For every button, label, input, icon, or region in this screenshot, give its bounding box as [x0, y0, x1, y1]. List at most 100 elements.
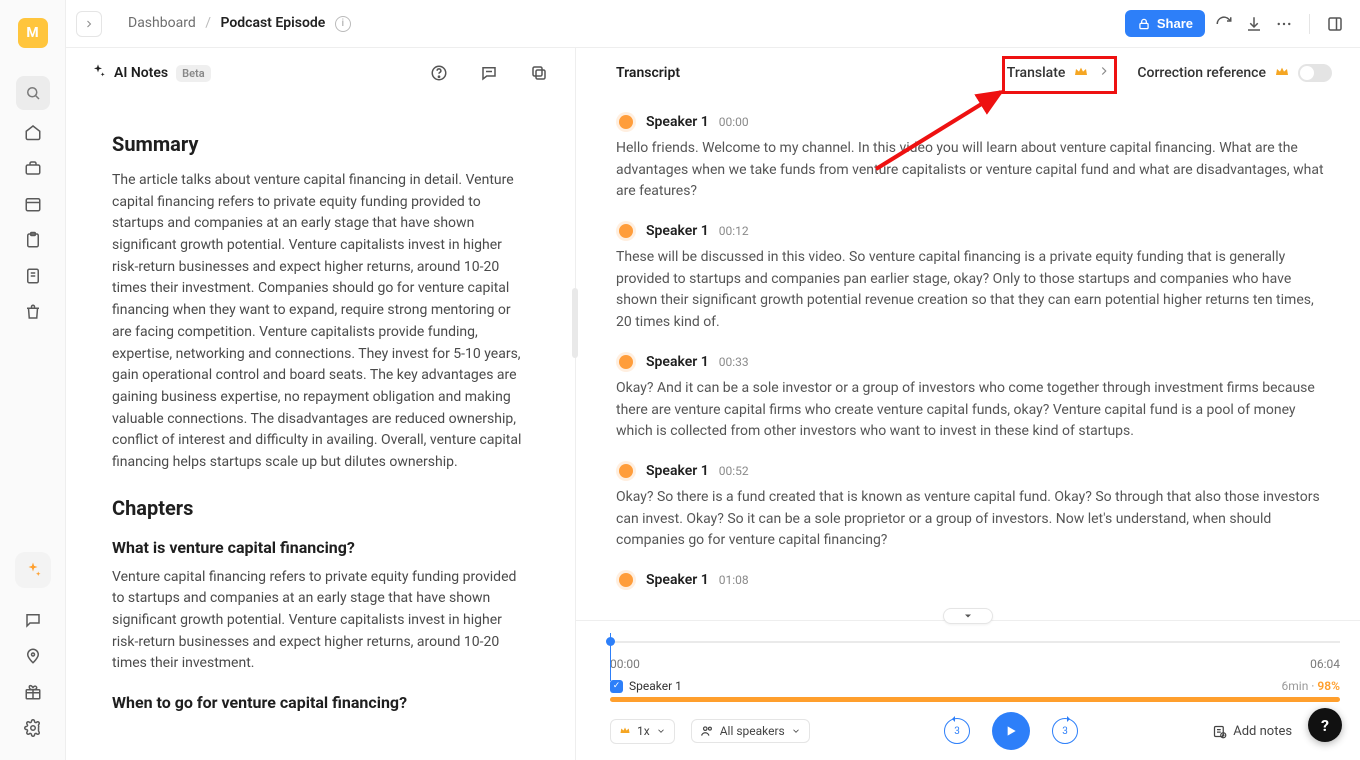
speaker-avatar-icon	[616, 570, 636, 590]
gear-icon[interactable]	[19, 714, 47, 742]
correction-reference-toggle[interactable]: Correction reference	[1137, 63, 1332, 83]
transcript-title: Transcript	[616, 65, 680, 81]
chapters-heading: Chapters	[112, 496, 529, 520]
transcript-header: Transcript Translate Correction referen	[576, 48, 1360, 98]
expand-toggle[interactable]	[943, 608, 993, 624]
speaker-avatar-icon	[616, 112, 636, 132]
notes-icon[interactable]	[19, 262, 47, 290]
panel-toggle-icon[interactable]	[1324, 13, 1346, 35]
crown-icon	[619, 724, 631, 739]
transcript-segment[interactable]: Speaker 1 00:12 These will be discussed …	[616, 221, 1332, 334]
skip-back-button[interactable]: 3	[944, 718, 970, 744]
search-icon[interactable]	[16, 76, 50, 110]
ai-notes-body: Summary The article talks about venture …	[66, 98, 575, 752]
breadcrumb-current: Podcast Episode	[220, 15, 325, 31]
help-bubble[interactable]: ?	[1308, 708, 1342, 742]
share-button[interactable]: Share	[1125, 10, 1205, 37]
breadcrumb: Dashboard / Podcast Episode i	[128, 15, 351, 31]
help-circle-icon[interactable]	[427, 61, 451, 85]
speaker-avatar-icon	[616, 461, 636, 481]
transcript-segment[interactable]: Speaker 1 00:33 Okay? And it can be a so…	[616, 352, 1332, 443]
add-notes-label: Add notes	[1233, 724, 1292, 739]
location-pin-icon[interactable]	[19, 642, 47, 670]
checkbox-icon[interactable]: ✓	[610, 680, 623, 693]
player-controls: 1x All speakers 3	[610, 702, 1340, 750]
left-rail: M	[0, 0, 66, 760]
transcript-segment[interactable]: Speaker 1 01:08	[616, 570, 1332, 590]
chapter-question: What is venture capital financing?	[112, 538, 529, 557]
translate-button[interactable]: Translate	[1007, 63, 1112, 83]
speaker-avatar-icon	[616, 221, 636, 241]
collapse-sidebar-button[interactable]	[76, 11, 102, 37]
transcript-segment[interactable]: Speaker 1 00:00 Hello friends. Welcome t…	[616, 112, 1332, 203]
segment-time: 00:00	[719, 115, 749, 129]
calendar-icon[interactable]	[19, 190, 47, 218]
crown-icon	[1073, 63, 1089, 83]
speaker-filter[interactable]: All speakers	[691, 719, 810, 743]
workspace-avatar[interactable]: M	[18, 18, 48, 48]
topbar-separator	[1309, 14, 1310, 34]
segment-time: 00:52	[719, 464, 749, 478]
briefcase-icon[interactable]	[19, 154, 47, 182]
home-icon[interactable]	[19, 118, 47, 146]
refresh-icon[interactable]	[1213, 13, 1235, 35]
speaker-avatar-icon	[616, 352, 636, 372]
correction-label: Correction reference	[1137, 65, 1266, 81]
info-icon[interactable]: i	[335, 16, 351, 32]
time-end: 06:04	[1310, 657, 1340, 671]
breadcrumb-root[interactable]: Dashboard	[128, 15, 196, 31]
segment-time: 00:12	[719, 224, 749, 238]
summary-heading: Summary	[112, 132, 529, 156]
comment-icon[interactable]	[477, 61, 501, 85]
chapter-answer: Venture capital financing refers to priv…	[112, 567, 529, 675]
clipboard-icon[interactable]	[19, 226, 47, 254]
transcript-panel: Transcript Translate Correction referen	[576, 48, 1360, 760]
segment-text: These will be discussed in this video. S…	[616, 247, 1332, 334]
switch-icon[interactable]	[1298, 64, 1332, 82]
ai-sparkle-button[interactable]	[15, 552, 51, 588]
sparkle-icon	[90, 63, 106, 83]
add-notes-button[interactable]: Add notes	[1212, 724, 1292, 739]
segment-time: 00:33	[719, 355, 749, 369]
breadcrumb-sep: /	[205, 15, 211, 31]
gift-icon[interactable]	[19, 678, 47, 706]
segment-text: Okay? So there is a fund created that is…	[616, 487, 1332, 552]
chevron-right-icon	[1097, 64, 1111, 82]
playhead-dot[interactable]	[606, 637, 615, 646]
ai-notes-header: AI Notes Beta	[66, 48, 575, 98]
speaker-filter-label: All speakers	[720, 724, 785, 738]
beta-badge: Beta	[176, 65, 211, 82]
speed-selector[interactable]: 1x	[610, 719, 675, 744]
ai-notes-panel: AI Notes Beta Summary T	[66, 48, 576, 760]
trash-icon[interactable]	[19, 298, 47, 326]
skip-forward-button[interactable]: 3	[1052, 718, 1078, 744]
ai-notes-title: AI Notes	[114, 65, 168, 81]
speaker-name: Speaker 1	[646, 572, 709, 588]
speed-label: 1x	[637, 724, 650, 738]
topbar: Dashboard / Podcast Episode i Share	[66, 0, 1360, 48]
more-icon[interactable]	[1273, 13, 1295, 35]
crown-icon	[1274, 63, 1290, 83]
transcript-body: Speaker 1 00:00 Hello friends. Welcome t…	[576, 98, 1360, 606]
audio-player: 00:00 06:04 ✓ Speaker 1 6min · 98%	[576, 620, 1360, 760]
speaker-track-pct: 6min · 98%	[1282, 679, 1340, 693]
time-start: 00:00	[610, 657, 640, 671]
play-button[interactable]	[992, 712, 1030, 750]
speaker-name: Speaker 1	[646, 354, 709, 370]
transcript-segment[interactable]: Speaker 1 00:52 Okay? So there is a fund…	[616, 461, 1332, 552]
timeline[interactable]	[610, 631, 1340, 651]
share-button-label: Share	[1157, 16, 1193, 31]
speaker-name: Speaker 1	[646, 463, 709, 479]
chat-icon[interactable]	[19, 606, 47, 634]
speaker-name: Speaker 1	[646, 223, 709, 239]
segment-text: Hello friends. Welcome to my channel. In…	[616, 138, 1332, 203]
translate-label: Translate	[1007, 65, 1066, 81]
download-icon[interactable]	[1243, 13, 1265, 35]
copy-icon[interactable]	[527, 61, 551, 85]
segment-text: Okay? And it can be a sole investor or a…	[616, 378, 1332, 443]
summary-text: The article talks about venture capital …	[112, 170, 529, 474]
speaker-track: ✓ Speaker 1 6min · 98%	[610, 679, 1340, 702]
chapter-question: When to go for venture capital financing…	[112, 693, 529, 712]
speaker-track-label[interactable]: ✓ Speaker 1	[610, 679, 682, 693]
speaker-name: Speaker 1	[646, 114, 709, 130]
